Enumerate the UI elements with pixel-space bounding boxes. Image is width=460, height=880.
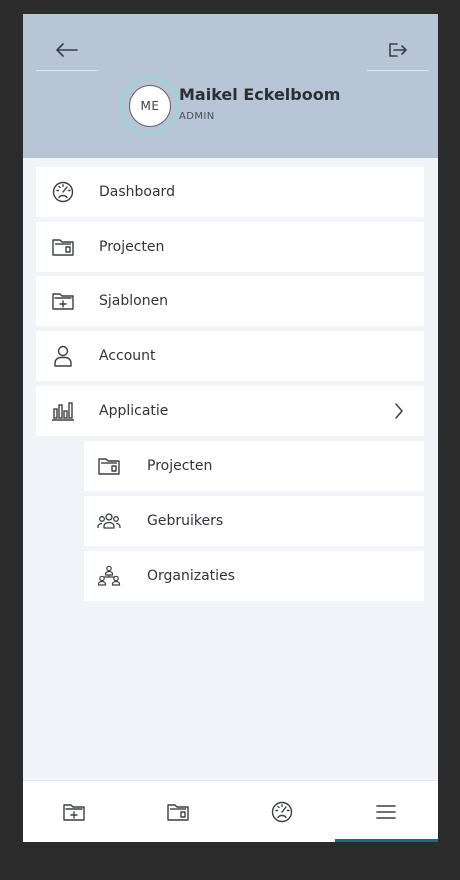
submenu-item-gebruikers[interactable]: Gebruikers (84, 496, 424, 546)
bottom-navigation (23, 780, 438, 842)
logout-button[interactable] (367, 30, 429, 71)
avatar-initials: ME (140, 99, 160, 113)
folder-icon (51, 235, 75, 259)
menu-icon (376, 804, 396, 820)
menu-item-applicatie[interactable]: Applicatie (36, 386, 424, 436)
avatar[interactable]: ME (129, 85, 171, 127)
nav-dashboard-button[interactable] (262, 795, 302, 829)
app-screen: ME Maikel Eckelboom ADMIN Dashboard Proj… (23, 14, 438, 842)
submenu-item-label: Gebruikers (147, 513, 224, 529)
chevron-right-icon (394, 403, 404, 419)
arrow-left-icon (55, 42, 79, 58)
menu-item-account[interactable]: Account (36, 331, 424, 381)
menu-item-projecten[interactable]: Projecten (36, 222, 424, 272)
users-icon (97, 509, 121, 533)
nav-menu-button[interactable] (366, 795, 406, 829)
nav-sjablonen-button[interactable] (54, 795, 94, 829)
submenu-item-label: Organizaties (147, 568, 235, 584)
organization-icon (97, 564, 121, 588)
nav-projecten-button[interactable] (158, 795, 198, 829)
menu-item-label: Projecten (99, 239, 165, 255)
submenu-item-projecten[interactable]: Projecten (84, 441, 424, 491)
folder-plus-icon (63, 802, 85, 822)
menu-item-label: Applicatie (99, 403, 169, 419)
menu-item-label: Sjablonen (99, 293, 169, 309)
menu-item-label: Account (99, 348, 156, 364)
back-button[interactable] (36, 30, 98, 71)
submenu-item-organizaties[interactable]: Organizaties (84, 551, 424, 601)
avatar-ring: ME (120, 76, 180, 136)
user-role: ADMIN (179, 111, 215, 122)
user-icon (51, 344, 75, 368)
menu-item-sjablonen[interactable]: Sjablonen (36, 276, 424, 326)
menu-item-label: Dashboard (99, 184, 175, 200)
user-name: Maikel Eckelboom (179, 85, 341, 104)
logout-icon (388, 42, 408, 58)
folder-icon (167, 802, 189, 822)
profile-header: ME Maikel Eckelboom ADMIN (23, 14, 438, 158)
submenu-item-label: Projecten (147, 458, 213, 474)
dashboard-gauge-icon (271, 801, 293, 823)
dashboard-gauge-icon (51, 180, 75, 204)
bar-chart-icon (51, 399, 75, 423)
folder-plus-icon (51, 289, 75, 313)
folder-icon (97, 454, 121, 478)
active-tab-indicator (335, 839, 438, 842)
menu-item-dashboard[interactable]: Dashboard (36, 167, 424, 217)
